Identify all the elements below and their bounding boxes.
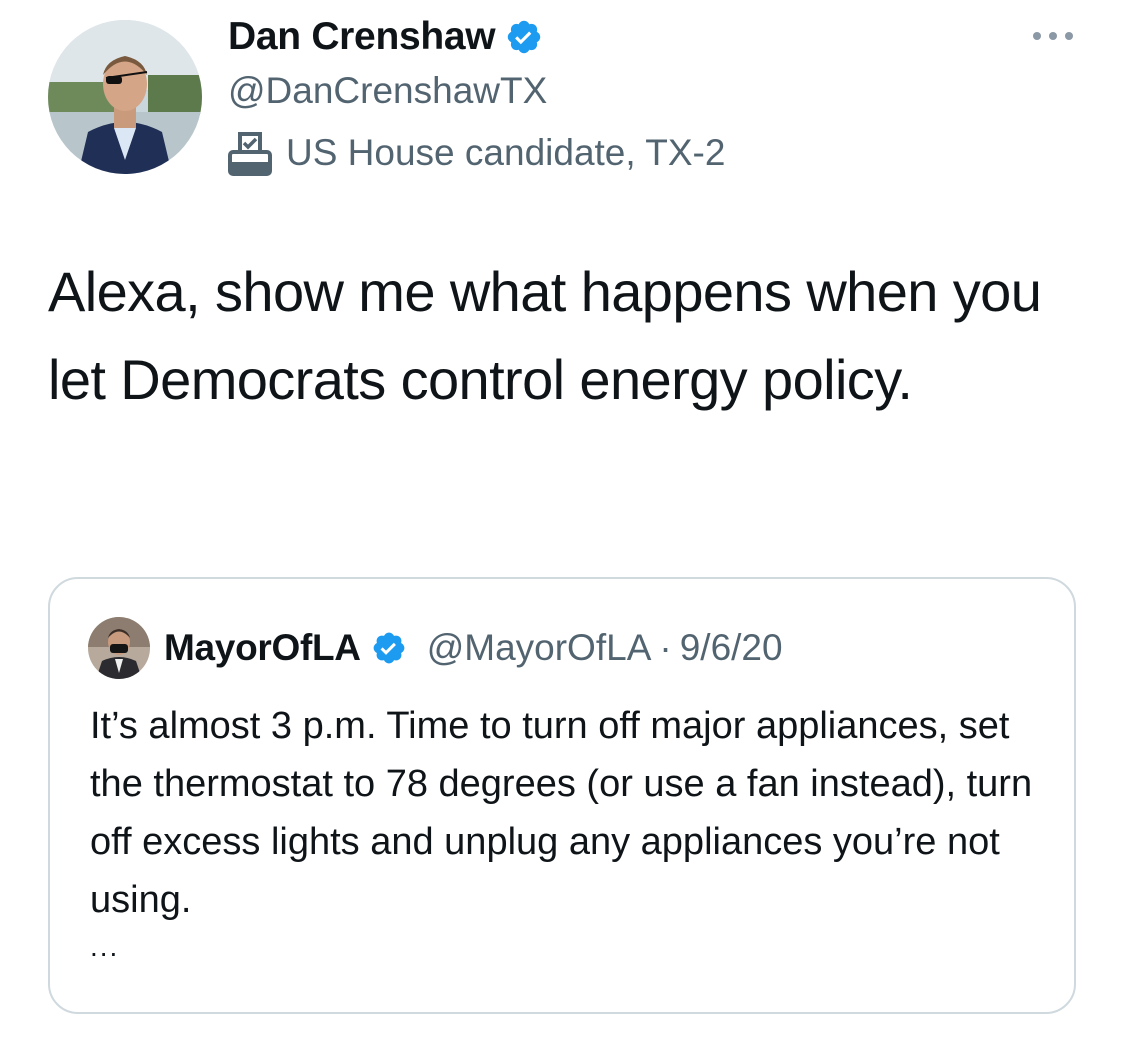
tweet-card: Dan Crenshaw @DanCrenshawTX US House can… [0,0,1125,1039]
quoted-author-display-name[interactable]: MayorOfLA [164,627,361,669]
quoted-author-avatar[interactable] [88,617,150,679]
quoted-tweet-header: MayorOfLA @MayorOfLA · 9/6/20 [88,617,783,679]
author-affiliation-label: US House candidate, TX-2 [226,130,725,176]
quoted-tweet[interactable]: MayorOfLA @MayorOfLA · 9/6/20 It’s almos… [48,577,1076,1014]
author-display-name[interactable]: Dan Crenshaw [228,15,496,59]
author-handle[interactable]: @DanCrenshawTX [228,70,547,112]
more-options-icon[interactable] [1030,26,1076,46]
quoted-tweet-truncation: ... [90,931,120,962]
separator-dot: · [659,627,672,668]
tweet-text: Alexa, show me what happens when you let… [48,260,1042,411]
quoted-tweet-text: It’s almost 3 p.m. Time to turn off majo… [90,705,1033,921]
verified-badge-icon [508,20,541,54]
quoted-author-handle[interactable]: @MayorOfLA [427,627,652,669]
verified-badge-icon [373,632,405,664]
affiliation-text: US House candidate, TX-2 [286,132,726,173]
quoted-tweet-date[interactable]: 9/6/20 [680,627,783,669]
author-name-row: Dan Crenshaw [228,14,543,60]
author-avatar[interactable] [48,20,202,174]
ballot-box-icon [228,132,272,176]
